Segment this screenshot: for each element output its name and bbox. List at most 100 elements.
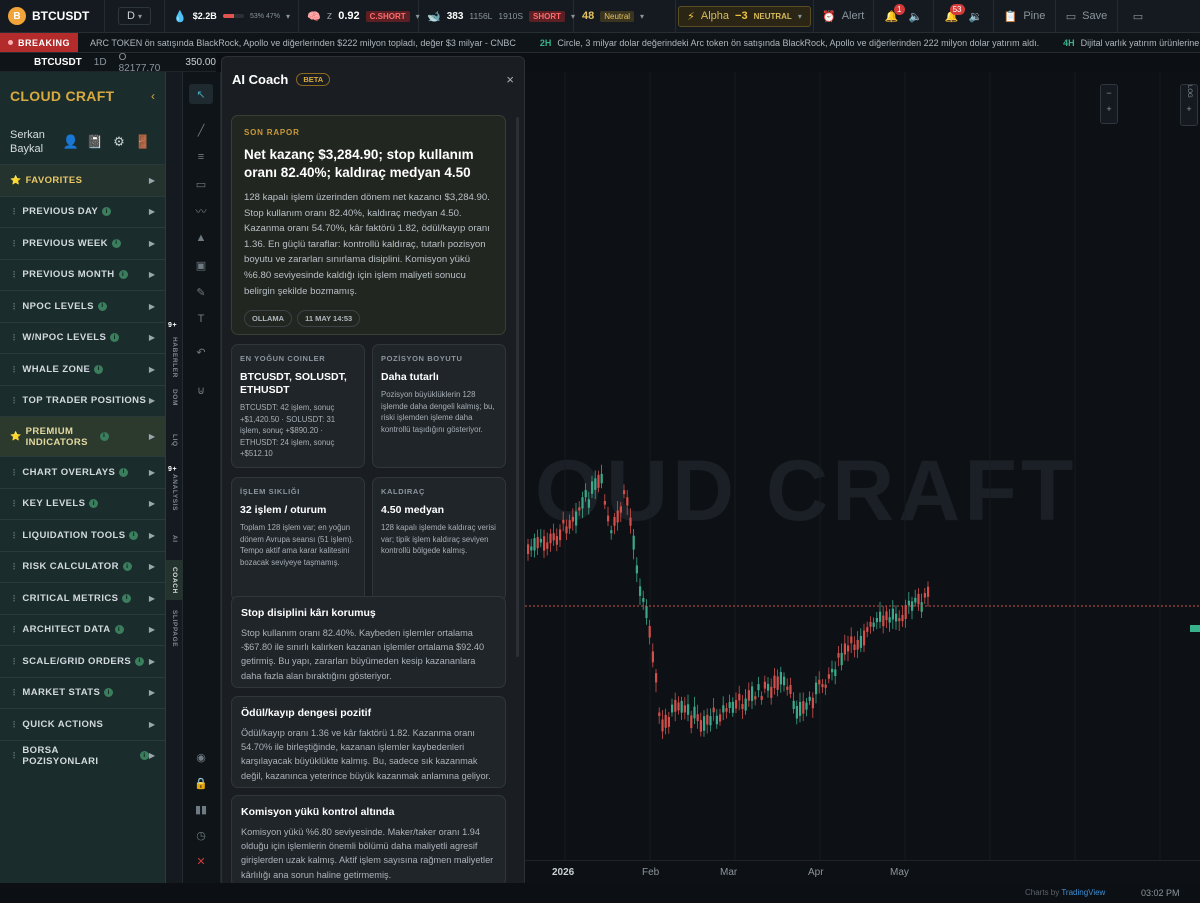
symbol-bar-price: O 82177.70 xyxy=(118,51,161,74)
sidebar-item-market-stats[interactable]: ⋮ MARKET STATS i ▶ xyxy=(0,676,165,709)
pattern-tool-icon[interactable]: 〰 xyxy=(189,201,213,221)
info-icon[interactable]: i xyxy=(111,238,121,248)
alpha-widget[interactable]: ⚡ Alpha −3 NEUTRAL ▾ xyxy=(676,0,814,33)
info-icon[interactable]: i xyxy=(122,562,132,572)
candle-body xyxy=(901,614,904,622)
symbol-selector[interactable]: B BTCUSDT xyxy=(0,0,105,33)
sidebar-item-critical-metrics[interactable]: ⋮ CRITICAL METRICS i ▶ xyxy=(0,582,165,614)
bell-icon[interactable]: 🔔 53 xyxy=(945,3,965,23)
bars-icon[interactable]: ▮▮ xyxy=(189,799,213,819)
info-icon[interactable]: i xyxy=(110,333,120,343)
alert-button[interactable]: ⏰ Alert xyxy=(814,0,874,33)
trendline-tool-icon[interactable]: ╱ xyxy=(189,120,213,140)
ticker-item[interactable]: 2H Circle, 3 milyar dolar değerindeki Arc… xyxy=(528,38,1051,48)
tab-analysis[interactable]: 9+ ANALYSIS xyxy=(166,466,183,520)
user-icon[interactable]: 👤 xyxy=(62,133,80,151)
sidebar-item-borsa-pozisyonlari[interactable]: ⋮ BORSA POZISYONLARI i ▶ xyxy=(0,739,165,772)
sidebar-item-scale-grid-orders[interactable]: ⋮ SCALE/GRID ORDERS i ▶ xyxy=(0,645,165,677)
info-icon[interactable]: i xyxy=(99,432,109,441)
calendar-tool-icon[interactable]: ▣ xyxy=(189,255,213,275)
tradingview-credit[interactable]: Charts by TradingView xyxy=(1025,888,1105,897)
collapse-icon[interactable]: ‹ xyxy=(151,89,155,103)
tab-haberler[interactable]: 9+ HABERLER xyxy=(166,322,183,392)
horizontal-lines-tool-icon[interactable]: ≡ xyxy=(189,147,213,167)
ticker-item[interactable]: ARC TOKEN ön satışında BlackRock, Apollo… xyxy=(78,38,528,48)
ticker-item[interactable]: 4HDijital varlık yatırım ürünlerine 857,… xyxy=(1051,38,1200,48)
lock-icon[interactable]: 🔒 xyxy=(189,773,213,793)
pine-button[interactable]: 📋 Pine xyxy=(994,0,1056,33)
sidebar-item-top-trader-positions[interactable]: ⋮ TOP TRADER POSITIONS ▶ xyxy=(0,384,165,417)
bell-icon[interactable]: 🔔 1 xyxy=(885,3,905,23)
speaker-icon[interactable]: 🔉 xyxy=(969,10,983,23)
sidebar-item-risk-calculator[interactable]: ⋮ RISK CALCULATOR i ▶ xyxy=(0,550,165,583)
tab-coach[interactable]: COACH xyxy=(166,560,183,600)
undo-icon[interactable]: ↶ xyxy=(189,342,213,362)
info-icon[interactable]: i xyxy=(97,301,107,311)
sidebar-item-npoc-levels[interactable]: ⋮ NPOC LEVELS i ▶ xyxy=(0,290,165,322)
info-icon[interactable]: i xyxy=(129,530,139,540)
sidebar-item-w-npoc-levels[interactable]: ⋮ W/NPOC LEVELS i ▶ xyxy=(0,321,165,354)
candle-body xyxy=(885,611,888,621)
info-icon[interactable]: i xyxy=(102,207,112,217)
info-icon[interactable]: i xyxy=(118,270,128,280)
sidebar-item-label: PREVIOUS DAY xyxy=(22,206,99,218)
sidebar-item-whale-zone[interactable]: ⋮ WHALE ZONE i ▶ xyxy=(0,353,165,385)
brush-tool-icon[interactable]: ✎ xyxy=(189,282,213,302)
rectangle-tool-icon[interactable]: ▭ xyxy=(189,174,213,194)
user-name: Serkan Baykal xyxy=(10,129,45,155)
clock-icon[interactable]: ◷ xyxy=(189,825,213,845)
info-icon[interactable]: i xyxy=(104,688,114,698)
speaker-icon[interactable]: 🔈 xyxy=(909,10,923,23)
notifications-2[interactable]: 🔔 53 🔉 xyxy=(934,0,994,33)
log-toggle[interactable]: LOG xyxy=(1186,85,1192,101)
info-icon[interactable]: i xyxy=(94,364,104,374)
sidebar-item-favorites[interactable]: ⭐ FAVORITES ▶ xyxy=(0,164,165,196)
sidebar-item-previous-month[interactable]: ⋮ PREVIOUS MONTH i ▶ xyxy=(0,258,165,291)
fear-greed-widget[interactable]: 48 Neutral ▾ xyxy=(574,0,676,33)
zoom-in-icon[interactable]: − xyxy=(1106,85,1111,101)
liquidity-widget[interactable]: 💧 $2.2B 53% 47% ▾ xyxy=(165,0,299,33)
info-icon[interactable]: i xyxy=(135,656,145,666)
whale-widget[interactable]: 🐋 383 1156L 1910S SHORT ▾ xyxy=(419,0,575,33)
cursor-tool-icon[interactable]: ↖ xyxy=(189,84,213,104)
zoom-controls[interactable]: − + xyxy=(1100,84,1118,124)
save-button[interactable]: ▭ Save xyxy=(1056,0,1118,33)
sidebar-item-architect-data[interactable]: ⋮ ARCHITECT DATA i ▶ xyxy=(0,613,165,646)
text-tool-icon[interactable]: T xyxy=(189,309,213,329)
door-icon[interactable]: 🚪 xyxy=(134,133,152,151)
overflow-button[interactable]: ▭ xyxy=(1118,0,1158,33)
magnet-icon[interactable]: ⊍ xyxy=(189,380,213,400)
info-icon[interactable]: i xyxy=(119,467,129,477)
tab-liq[interactable]: LIQ xyxy=(166,427,183,453)
candle-body xyxy=(866,627,869,632)
delete-icon[interactable]: ✕ xyxy=(189,851,213,871)
sidebar-item-previous-day[interactable]: ⋮ PREVIOUS DAY i ▶ xyxy=(0,195,165,228)
tab-dom[interactable]: DOM xyxy=(166,387,183,407)
tab-ai[interactable]: AI xyxy=(166,520,183,558)
zoom-in-icon[interactable]: + xyxy=(1186,101,1191,117)
gear-icon[interactable]: ⚙ xyxy=(110,133,128,151)
book-icon[interactable]: 📓 xyxy=(86,133,104,151)
timeframe-selector[interactable]: D ▾ xyxy=(105,0,165,33)
sidebar-item-chart-overlays[interactable]: ⋮ CHART OVERLAYS i ▶ xyxy=(0,456,165,488)
scrollbar[interactable] xyxy=(516,117,519,657)
tab-slippage[interactable]: SLIPPAGE xyxy=(166,600,183,658)
close-icon[interactable]: × xyxy=(506,72,514,87)
zscore-widget[interactable]: 🧠 z 0.92 C.SHORT ▾ xyxy=(299,0,420,33)
sidebar-item-key-levels[interactable]: ⋮ KEY LEVELS i ▶ xyxy=(0,487,165,520)
sidebar-item-liquidation-tools[interactable]: ⋮ LIQUIDATION TOOLS i ▶ xyxy=(0,519,165,551)
price-chart[interactable]: OUD CRAFT − + LOG + xyxy=(525,72,1200,883)
zoom-out-icon[interactable]: + xyxy=(1106,101,1111,117)
scale-controls[interactable]: LOG + xyxy=(1180,84,1198,126)
notifications-1[interactable]: 🔔 1 🔈 xyxy=(874,0,934,33)
eye-icon[interactable]: ◉ xyxy=(189,747,213,767)
arrow-up-tool-icon[interactable]: ▲ xyxy=(189,228,213,248)
candle-body xyxy=(795,705,798,719)
sidebar-item-previous-week[interactable]: ⋮ PREVIOUS WEEK i ▶ xyxy=(0,227,165,259)
info-icon[interactable]: i xyxy=(114,625,124,635)
info-icon[interactable]: i xyxy=(139,751,149,761)
info-icon[interactable]: i xyxy=(89,499,99,509)
sidebar-item-premium-indicators[interactable]: ⭐ PREMIUM INDICATORS i ▶ xyxy=(0,416,165,456)
info-icon[interactable]: i xyxy=(122,593,132,603)
sidebar-item-quick-actions[interactable]: ⋮ QUICK ACTIONS ▶ xyxy=(0,708,165,740)
